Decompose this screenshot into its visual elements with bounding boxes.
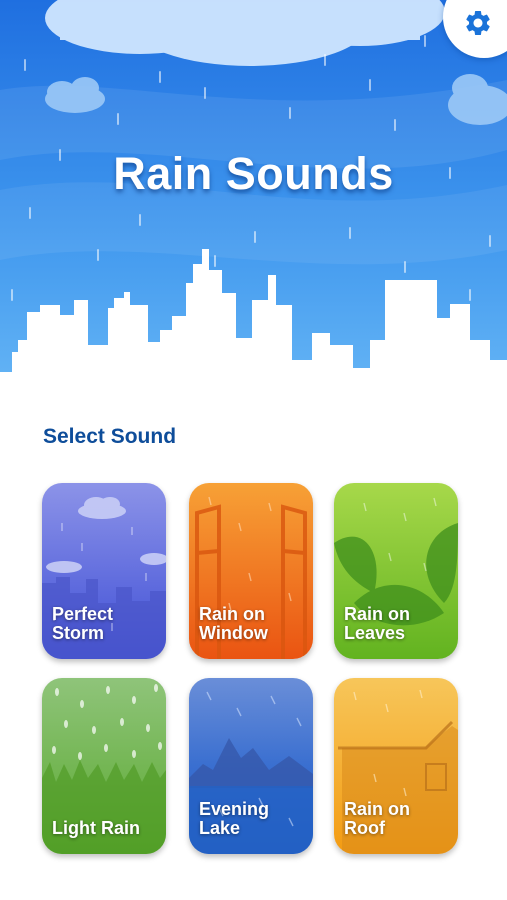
sound-label: Rain on Window xyxy=(199,604,268,643)
sound-label: Evening Lake xyxy=(199,799,270,838)
sound-card-rain-on-roof[interactable]: Rain on Roof xyxy=(334,678,458,854)
sound-label: Rain on Roof xyxy=(344,799,410,838)
sound-card-perfect-storm[interactable]: Perfect Storm xyxy=(42,483,166,659)
sound-card-evening-lake[interactable]: Evening Lake xyxy=(189,678,313,854)
sound-label: Perfect Storm xyxy=(52,604,114,643)
sound-grid: Perfect Storm Rain on Window Rain on Lea… xyxy=(42,483,462,855)
sound-label: Light Rain xyxy=(52,818,140,838)
header-banner: Rain Sounds xyxy=(0,0,507,410)
sound-card-rain-on-leaves[interactable]: Rain on Leaves xyxy=(334,483,458,659)
sound-card-rain-on-window[interactable]: Rain on Window xyxy=(189,483,313,659)
section-title: Select Sound xyxy=(43,425,177,448)
sound-card-light-rain[interactable]: Light Rain xyxy=(42,678,166,854)
app-title: Rain Sounds xyxy=(113,148,394,199)
gear-icon xyxy=(466,10,490,35)
sound-label: Rain on Leaves xyxy=(344,604,410,643)
rain-city-illustration xyxy=(0,0,507,410)
